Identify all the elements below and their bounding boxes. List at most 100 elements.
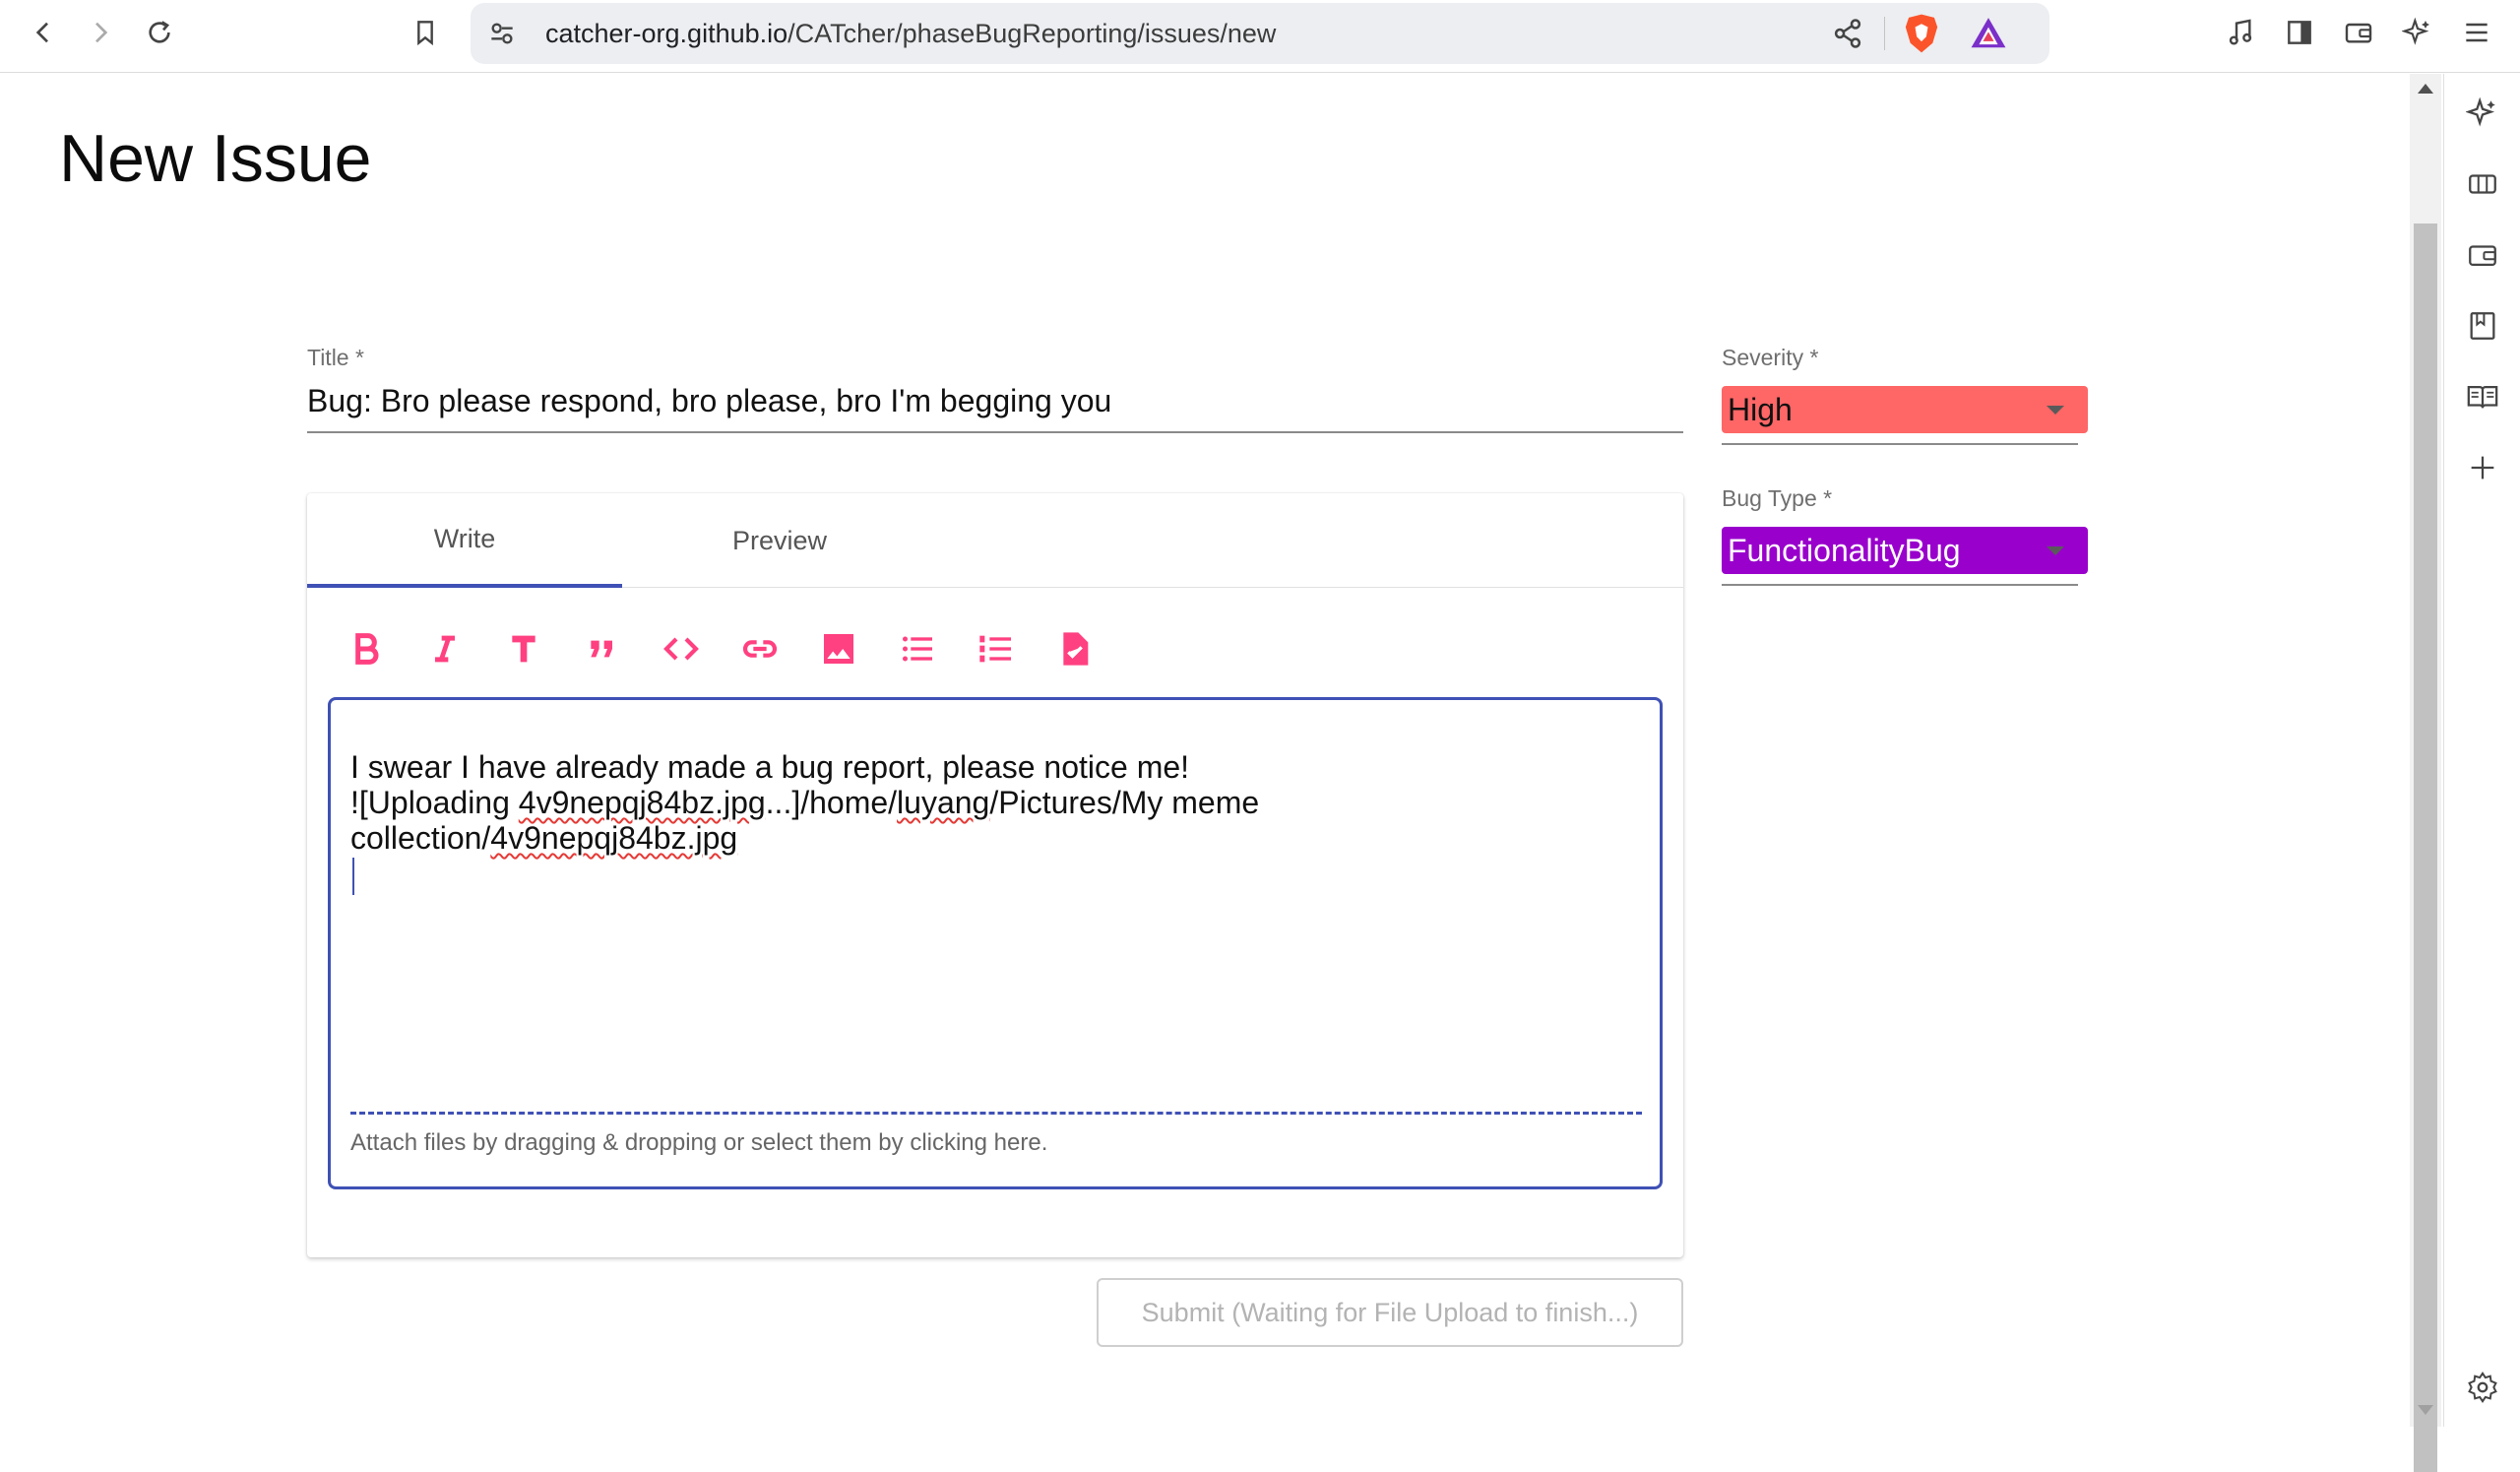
side-leo-button[interactable] xyxy=(2463,94,2502,133)
hamburger-menu-icon xyxy=(2466,23,2488,42)
heading-icon xyxy=(512,635,536,663)
numbered-list-button[interactable] xyxy=(969,621,1024,676)
side-reading-list-button[interactable] xyxy=(2463,377,2502,416)
music-note-icon xyxy=(2229,19,2252,45)
attach-dropzone-divider xyxy=(350,1112,1642,1115)
brave-shields-icon[interactable] xyxy=(1902,13,1941,54)
quote-icon xyxy=(591,640,612,658)
text-line-3: collection/4v9nepqj84bz.jpg xyxy=(350,820,1630,856)
side-talk-button[interactable] xyxy=(2463,164,2502,204)
bulleted-list-icon xyxy=(903,636,932,662)
url-text[interactable]: catcher-org.github.io/CATcher/phaseBugRe… xyxy=(545,19,1276,49)
scroll-thumb[interactable] xyxy=(2414,224,2437,1472)
heading-button[interactable] xyxy=(496,621,551,676)
main-menu-button[interactable] xyxy=(2451,7,2502,58)
reading-list-icon xyxy=(2467,385,2498,409)
wallet-icon xyxy=(2469,245,2496,267)
bookmark-icon xyxy=(417,21,433,46)
link-button[interactable] xyxy=(732,621,788,676)
dropdown-arrow-icon xyxy=(2047,546,2064,555)
severity-value: High xyxy=(1728,391,1793,427)
page-scrollbar[interactable] xyxy=(2410,74,2441,1472)
title-input[interactable] xyxy=(307,378,1683,433)
tab-preview[interactable]: Preview xyxy=(622,493,937,588)
italic-button[interactable] xyxy=(417,621,472,676)
misspelled-word: 4v9nepqj84bz.jpg xyxy=(518,785,766,820)
code-button[interactable] xyxy=(654,621,709,676)
editor-tabs: Write Preview xyxy=(307,493,1683,588)
bold-button[interactable] xyxy=(339,621,394,676)
bugtype-value: FunctionalityBug xyxy=(1728,532,1961,568)
bookmarks-icon xyxy=(2470,312,2495,340)
text-caret xyxy=(352,858,354,895)
address-bar[interactable]: catcher-org.github.io/CATcher/phaseBugRe… xyxy=(471,3,2049,64)
bulleted-list-button[interactable] xyxy=(890,621,945,676)
text-span: collection/ xyxy=(350,820,491,856)
browser-toolbar: catcher-org.github.io/CATcher/phaseBugRe… xyxy=(0,0,2520,73)
reload-icon xyxy=(149,21,170,43)
back-button[interactable] xyxy=(18,7,69,58)
media-button[interactable] xyxy=(2215,7,2266,58)
text-span: /Pictures/My meme xyxy=(989,785,1260,820)
side-add-button[interactable] xyxy=(2463,448,2502,487)
share-icon[interactable] xyxy=(1829,15,1866,52)
severity-label: Severity * xyxy=(1722,345,1819,370)
side-settings-button[interactable] xyxy=(2463,1368,2502,1407)
gear-icon xyxy=(2468,1372,2497,1403)
misspelled-word: 4v9nepqj84bz.jpg xyxy=(490,820,738,856)
wallet-button[interactable] xyxy=(2333,7,2384,58)
severity-select[interactable]: High xyxy=(1722,386,2088,433)
numbered-list-icon xyxy=(979,635,1011,663)
browser-side-panel xyxy=(2443,74,2520,1427)
submit-button[interactable]: Submit (Waiting for File Upload to finis… xyxy=(1097,1278,1683,1347)
tab-write[interactable]: Write xyxy=(307,493,622,588)
severity-underline xyxy=(1722,443,2078,445)
link-icon xyxy=(742,640,778,658)
bugtype-underline xyxy=(1722,584,2078,586)
page-title: New Issue xyxy=(59,121,372,196)
sidebar-toggle-button[interactable] xyxy=(2274,7,2325,58)
url-separator xyxy=(1884,17,1885,50)
italic-icon xyxy=(435,635,455,663)
task-list-button[interactable] xyxy=(1047,621,1102,676)
bugtype-select[interactable]: FunctionalityBug xyxy=(1722,527,2088,574)
sparkle-icon xyxy=(2466,96,2495,127)
description-text[interactable]: I swear I have already made a bug report… xyxy=(350,749,1630,856)
description-editor-card: Write Preview I swear I have already mad… xyxy=(307,493,1683,1257)
url-host: catcher-org.github.io xyxy=(545,19,788,48)
text-line-1: I swear I have already made a bug report… xyxy=(350,749,1190,785)
image-button[interactable] xyxy=(811,621,866,676)
scroll-up-arrow-icon[interactable] xyxy=(2418,84,2433,94)
back-arrow-icon xyxy=(35,22,48,43)
quote-button[interactable] xyxy=(575,621,630,676)
image-icon xyxy=(824,634,853,664)
text-span: ...]/home/ xyxy=(765,785,898,820)
leo-ai-button[interactable] xyxy=(2392,7,2443,58)
bugtype-label: Bug Type * xyxy=(1722,485,1833,511)
markdown-toolbar xyxy=(307,621,1292,676)
bookmark-button[interactable] xyxy=(400,7,451,58)
video-camera-icon xyxy=(2469,174,2496,194)
side-wallet-button[interactable] xyxy=(2463,235,2502,275)
side-bookmarks-button[interactable] xyxy=(2463,306,2502,346)
url-path: /CATcher/phaseBugReporting/issues/new xyxy=(788,19,1277,48)
text-line-2: ![Uploading 4v9nepqj84bz.jpg...]/home/lu… xyxy=(350,785,1630,820)
plus-icon xyxy=(2471,456,2494,480)
text-span: ![Uploading xyxy=(350,785,519,820)
bold-icon xyxy=(355,633,379,665)
attach-files-dropzone[interactable]: Attach files by dragging & dropping or s… xyxy=(350,1129,1047,1157)
wallet-icon xyxy=(2345,23,2372,43)
brave-rewards-icon[interactable] xyxy=(1969,15,2008,52)
description-textarea[interactable]: I swear I have already made a bug report… xyxy=(328,697,1663,1189)
code-icon xyxy=(663,637,699,661)
misspelled-word: luyang xyxy=(897,785,990,820)
forward-button[interactable] xyxy=(75,7,126,58)
dropdown-arrow-icon xyxy=(2047,406,2064,415)
sidebar-icon xyxy=(2288,21,2311,44)
forward-arrow-icon xyxy=(95,22,108,43)
sparkle-icon xyxy=(2402,17,2429,45)
reload-button[interactable] xyxy=(134,7,185,58)
task-list-icon xyxy=(1063,632,1089,666)
site-settings-icon[interactable] xyxy=(486,18,518,49)
scroll-down-arrow-icon[interactable] xyxy=(2418,1405,2433,1415)
